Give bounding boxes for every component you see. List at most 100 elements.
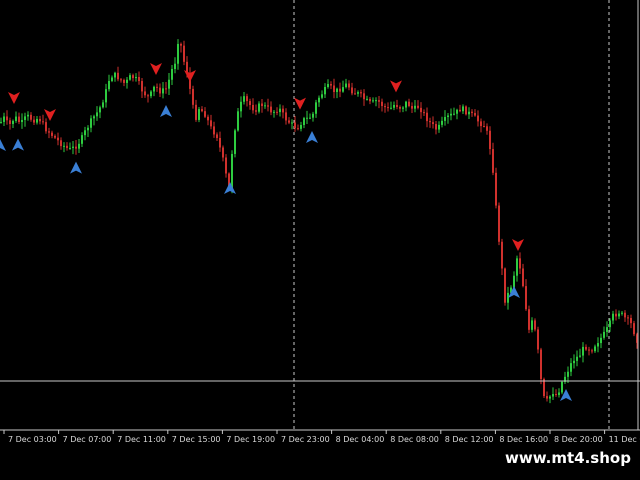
bull-candle: [315, 102, 317, 114]
bull-candle: [612, 313, 614, 321]
bear-candle: [57, 137, 59, 141]
bull-candle: [198, 109, 200, 120]
bull-candle: [99, 107, 101, 113]
candlestick-chart-svg[interactable]: 7 Dec 03:00 7 Dec 07:00 7 Dec 11:00 7 Dec 1…: [0, 0, 640, 480]
bull-candle: [558, 392, 560, 396]
bull-candle: [258, 103, 260, 112]
bear-candle: [195, 104, 197, 120]
bull-candle: [456, 109, 458, 114]
bear-candle: [288, 120, 290, 123]
bear-candle: [435, 124, 437, 130]
bull-candle: [438, 124, 440, 130]
bull-candle: [87, 127, 89, 131]
bear-candle: [246, 96, 248, 102]
bull-candle: [12, 120, 14, 124]
bull-candle: [513, 275, 515, 288]
bear-candle: [546, 396, 548, 399]
bear-candle: [408, 101, 410, 107]
bull-candle: [279, 108, 281, 113]
bear-candle: [399, 107, 401, 109]
bear-candle: [420, 107, 422, 113]
bull-candle: [336, 88, 338, 93]
bull-candle: [567, 371, 569, 377]
bull-candle: [366, 98, 368, 100]
bear-candle: [192, 88, 194, 105]
bear-candle: [51, 132, 53, 136]
bull-candle: [621, 312, 623, 314]
bear-candle: [615, 313, 617, 317]
bull-candle: [0, 121, 2, 123]
bull-candle: [21, 119, 23, 123]
bull-candle: [468, 111, 470, 115]
bull-candle: [81, 135, 83, 144]
bull-candle: [441, 120, 443, 125]
bear-candle: [633, 323, 635, 335]
bear-candle: [492, 149, 494, 173]
bear-candle: [351, 87, 353, 94]
bear-candle: [282, 108, 284, 113]
bull-candle: [240, 101, 242, 112]
bull-candle: [447, 115, 449, 118]
bull-candle: [72, 146, 74, 148]
bear-candle: [483, 126, 485, 128]
bear-candle: [33, 119, 35, 123]
bull-candle: [393, 104, 395, 108]
bull-candle: [582, 346, 584, 356]
bull-candle: [237, 111, 239, 131]
bull-candle: [390, 107, 392, 109]
bear-candle: [432, 122, 434, 125]
bear-candle: [204, 111, 206, 117]
bull-candle: [444, 117, 446, 121]
bull-candle: [579, 355, 581, 357]
bear-candle: [480, 121, 482, 127]
bear-candle: [138, 76, 140, 82]
bull-candle: [168, 79, 170, 89]
bull-candle: [345, 83, 347, 88]
bull-candle: [162, 88, 164, 94]
bear-candle: [147, 95, 149, 97]
bear-candle: [465, 106, 467, 115]
price-chart[interactable]: 7 Dec 03:00 7 Dec 07:00 7 Dec 11:00 7 Dec 1…: [0, 0, 640, 480]
bear-candle: [120, 79, 122, 81]
bear-candle: [45, 122, 47, 132]
bear-candle: [537, 329, 539, 350]
bear-candle: [141, 81, 143, 92]
bull-candle: [306, 117, 308, 119]
bear-candle: [585, 346, 587, 350]
bear-candle: [183, 45, 185, 62]
bear-candle: [378, 100, 380, 102]
bull-candle: [63, 145, 65, 147]
bull-candle: [96, 112, 98, 117]
bear-candle: [459, 109, 461, 112]
bull-candle: [36, 118, 38, 123]
bear-candle: [123, 79, 125, 83]
bull-candle: [303, 118, 305, 125]
bull-candle: [405, 101, 407, 108]
bull-candle: [597, 343, 599, 347]
bear-candle: [249, 101, 251, 105]
bull-candle: [102, 102, 104, 108]
bull-candle: [69, 147, 71, 149]
bear-candle: [624, 312, 626, 318]
bear-candle: [471, 111, 473, 114]
bear-candle: [348, 83, 350, 88]
bear-candle: [486, 126, 488, 131]
bear-candle: [525, 286, 527, 310]
bull-candle: [357, 92, 359, 94]
bear-candle: [294, 122, 296, 129]
bull-candle: [129, 75, 131, 80]
bear-candle: [267, 105, 269, 107]
bull-candle: [342, 87, 344, 92]
bear-candle: [588, 349, 590, 351]
bear-candle: [504, 268, 506, 303]
bull-candle: [462, 106, 464, 112]
bull-candle: [573, 360, 575, 364]
bull-candle: [273, 111, 275, 113]
bull-candle: [576, 356, 578, 361]
bear-candle: [384, 106, 386, 108]
bull-candle: [402, 107, 404, 109]
bear-candle: [519, 258, 521, 269]
bull-candle: [321, 94, 323, 98]
x-tick-label: 8 Dec 08:00: [390, 435, 439, 444]
bear-candle: [165, 88, 167, 90]
